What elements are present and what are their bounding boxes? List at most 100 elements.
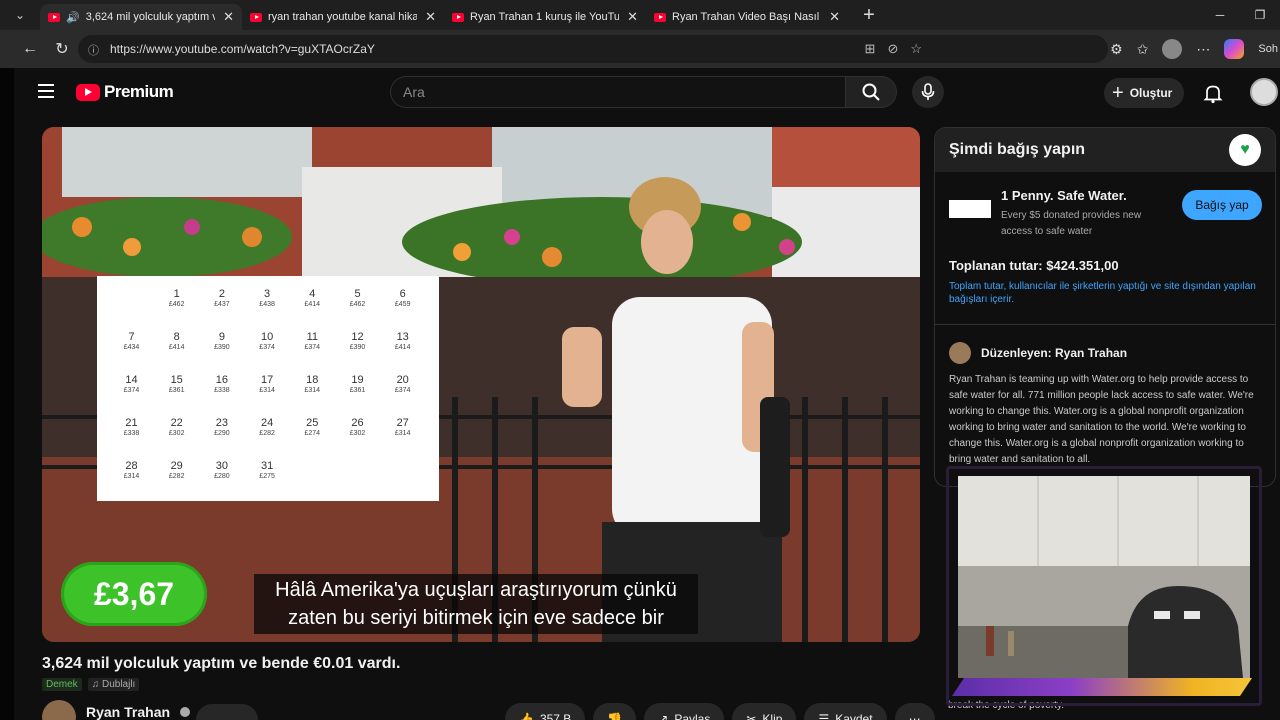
calendar-day: 24 £282 [245,417,290,438]
youtube-favicon-icon [452,12,464,22]
calendar-day-number: 24 [260,417,274,429]
calendar-day-number: 16 [215,374,229,386]
search-input[interactable]: Ara [390,76,846,108]
tab-2[interactable]: ryan trahan youtube kanal hikayel ✕ [242,4,444,30]
calendar-day-number: 10 [260,331,274,343]
calendar-day-price: £361 [168,387,185,394]
favorite-star-icon[interactable]: ☆ [910,41,922,57]
extension-icon[interactable]: ⚙ [1110,41,1123,58]
calendar-day-price: £274 [304,430,321,437]
ngo-logo [949,200,991,218]
maximize-icon[interactable]: ❐ [1240,0,1280,30]
save-label: Kaydet [835,712,873,720]
tab-actions-menu[interactable]: ⌄ [0,0,40,30]
video-title: 3,624 mil yolculuk yaptım ve bende €0.01… [42,655,401,672]
subscribe-bell-button[interactable] [196,704,258,720]
tab-3[interactable]: Ryan Trahan 1 kuruş ile YouTube'u ✕ [444,4,646,30]
calendar-day-price: £280 [214,473,230,480]
calendar-day-number: 22 [170,417,183,429]
ngo-description: Every $5 donated provides new access to … [1001,210,1142,237]
raised-note: Toplam tutar, kullanıcılar ile şirketler… [949,281,1256,305]
close-tab-icon[interactable]: ✕ [223,9,234,25]
more-icon: ⋯ [908,712,921,720]
calendar-day-number: 13 [396,331,409,343]
copilot-icon[interactable] [1224,39,1245,59]
reload-icon[interactable]: ↻ [48,35,76,63]
calendar-day: 25 £274 [290,417,335,438]
user-avatar[interactable] [1250,78,1278,106]
scissors-icon: ✂ [746,712,757,720]
badge-demek: Demek [42,678,82,691]
notifications-bell-icon[interactable] [1202,82,1224,104]
calendar-day-price: £314 [123,473,140,480]
save-button[interactable]: ☰ Kaydet [804,703,887,720]
site-info-icon[interactable]: ⓘ [88,42,102,57]
dislike-button[interactable]: 👎 [593,703,637,720]
calendar-day: 23 £290 [199,417,244,438]
calendar-day: 29 £282 [154,460,199,481]
calendar-day: 8 £414 [154,331,199,352]
more-menu-icon[interactable]: ⋯ [1196,41,1210,58]
browser-tabstrip: ⌄ 🔊 3,624 mil yolculuk yaptım ve b ✕ rya… [0,0,1280,30]
copilot-label[interactable]: Soh [1258,43,1278,55]
price-overlay: £3,67 [61,562,207,626]
calendar-day: 15 £361 [154,374,199,395]
profile-avatar[interactable] [1162,39,1183,59]
url-field[interactable]: ⓘ https://www.youtube.com/watch?v=guXTAO… [78,35,1108,63]
close-tab-icon[interactable]: ✕ [829,9,840,25]
url-icons: ⊞ ⊘ ☆ [865,35,922,63]
organizer-avatar [949,342,971,364]
heart-icon: ♥ [1229,134,1261,166]
close-tab-icon[interactable]: ✕ [627,9,638,25]
calendar-day: 17 £314 [245,374,290,395]
speaker-icon[interactable]: 🔊 [66,11,80,24]
donate-button[interactable]: Bağış yap [1182,190,1262,220]
calendar-day: 10 £374 [245,331,290,352]
calendar-day-price: £338 [123,430,140,437]
calendar-day: 22 £302 [154,417,199,438]
close-tab-icon[interactable]: ✕ [425,9,436,25]
youtube-logo[interactable]: Premium [76,82,174,102]
search-icon [862,83,880,101]
video-badges: Demek ♫ Dublajlı [42,678,140,691]
verified-icon [180,707,191,717]
calendar-day: 7 £434 [109,331,154,352]
channel-avatar[interactable] [42,700,76,720]
like-button[interactable]: 👍 357 B [505,703,586,720]
tracking-prevention-icon[interactable]: ⊘ [887,41,898,57]
donation-header: Şimdi bağış yapın ♥ [935,128,1275,172]
calendar-day-number: 31 [260,460,274,472]
share-button[interactable]: ↗ Paylaş [644,703,725,720]
calendar-day-number: 15 [170,374,183,386]
calendar-day-price: £282 [259,430,275,437]
window-controls: ─ ❐ [1200,0,1280,30]
new-tab-button[interactable]: + [854,0,884,30]
channel-row: Ryan Trahan [42,700,191,720]
more-actions-button[interactable]: ⋯ [894,703,935,720]
hamburger-menu-icon[interactable] [38,84,54,98]
ngo-row: 1 Penny. Safe Water. Every $5 donated pr… [935,172,1275,272]
app-grid-icon[interactable]: ⊞ [865,41,876,57]
calendar-day-price: £390 [349,344,366,351]
calendar-day-price: £314 [259,387,275,394]
video-player[interactable]: 1 £462 2 £437 3 £438 4 £414 5 £462 6 £459 7 £434 8 £414… [42,127,920,642]
tab-active[interactable]: 🔊 3,624 mil yolculuk yaptım ve b ✕ [40,4,242,30]
calendar-day-number: 17 [260,374,274,386]
subtitle-line: Hâlâ Amerika'ya uçuşları araştırıyorum ç… [275,579,677,601]
clip-button[interactable]: ✂ Klip [732,703,797,720]
back-arrow-icon[interactable]: ← [16,35,44,63]
share-label: Paylaş [674,712,711,720]
voice-search-button[interactable] [912,76,944,108]
channel-name[interactable]: Ryan Trahan [86,704,170,720]
calendar-day: 3 £438 [245,288,290,309]
video-actions: 👍 357 B 👎 ↗ Paylaş ✂ Klip ☰ Kaydet ⋯ [505,703,935,720]
tab-4[interactable]: Ryan Trahan Video Başı Nasıl 25.4 ✕ [646,4,848,30]
calendar-day-price: £275 [259,473,275,480]
minimize-icon[interactable]: ─ [1200,0,1240,30]
video-subtitle: Hâlâ Amerika'ya uçuşları araştırıyorum ç… [254,574,698,634]
favorites-icon[interactable]: ✩ [1137,41,1149,58]
calendar-day-number: 6 [399,288,406,300]
search-button[interactable] [845,76,897,108]
calendar-day-price: £314 [394,430,411,437]
create-button[interactable]: + Oluştur [1104,78,1185,108]
